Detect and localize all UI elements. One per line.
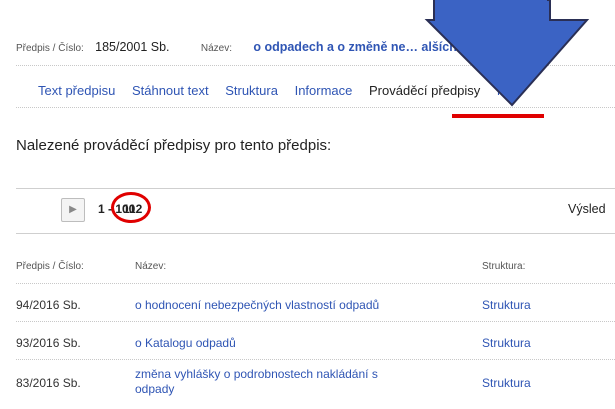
pointer-arrow-icon: [424, 0, 590, 107]
